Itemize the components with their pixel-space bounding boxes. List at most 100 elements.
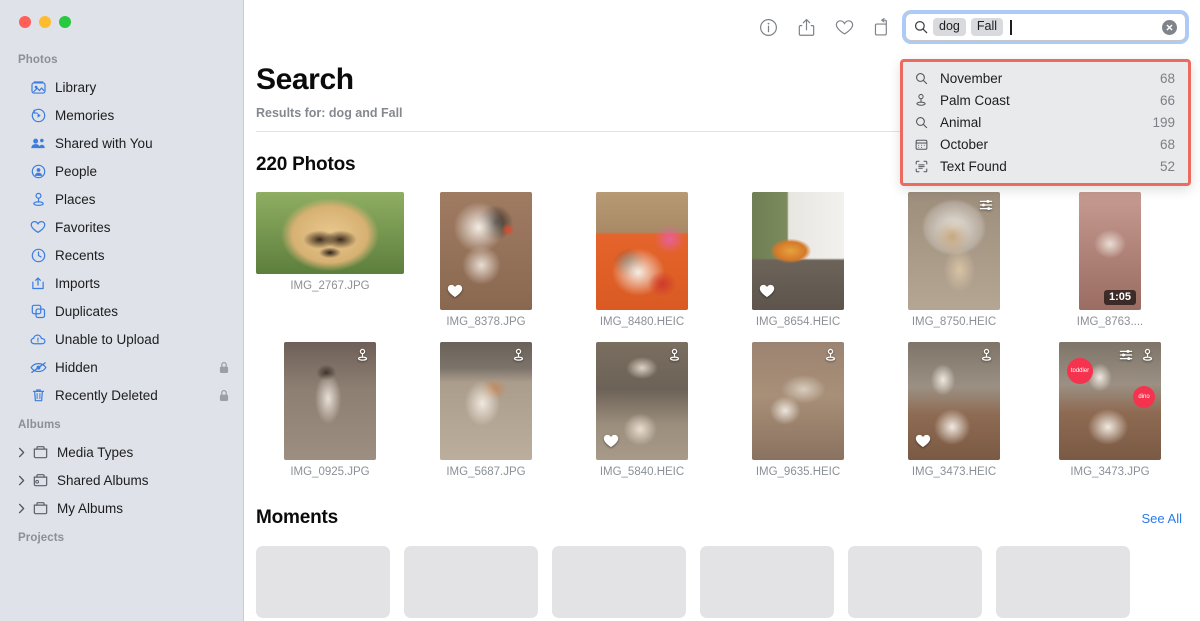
sidebar-item-shared-albums[interactable]: Shared Albums [0,466,243,494]
photo-thumbnail[interactable] [752,342,844,460]
suggestion-animal[interactable]: Animal 199 [903,111,1188,133]
sidebar-item-shared-with-you[interactable]: Shared with You [0,129,243,157]
photo-thumbnail[interactable] [596,342,688,460]
sidebar-item-memories[interactable]: Memories [0,101,243,129]
chevron-right-icon[interactable] [14,447,28,458]
photo-thumbnail[interactable] [908,192,1000,310]
sidebar-item-imports[interactable]: Imports [0,269,243,297]
moment-thumbnail[interactable] [404,546,538,618]
sidebar-item-favorites[interactable]: Favorites [0,213,243,241]
sidebar-item-label: Recently Deleted [55,388,158,403]
info-icon[interactable] [749,12,787,42]
sidebar-item-recently-deleted[interactable]: Recently Deleted [0,381,243,409]
moment-thumbnail[interactable] [700,546,834,618]
sidebar-item-label: Recents [55,248,105,263]
search-token-dog[interactable]: dog [933,18,966,36]
video-duration-badge: 1:05 [1104,290,1136,305]
moment-thumbnail[interactable] [256,546,390,618]
close-window-button[interactable] [19,16,31,28]
photo-cell[interactable]: IMG_8654.HEIC [720,192,876,328]
suggestion-october[interactable]: October 68 [903,133,1188,155]
photo-filename: IMG_5840.HEIC [600,466,684,478]
sidebar-item-duplicates[interactable]: Duplicates [0,297,243,325]
lock-icon [219,389,229,402]
live-photo-badge-icon [1141,348,1154,367]
suggestion-palm-coast[interactable]: Palm Coast 66 [903,89,1188,111]
share-icon[interactable] [787,12,825,42]
photo-cell[interactable]: IMG_8480.HEIC [564,192,720,328]
photo-cell[interactable]: toddler dino IMG_3473.JPG [1032,342,1188,478]
photo-thumbnail[interactable] [752,192,844,310]
duplicates-icon [28,302,48,320]
zoom-window-button[interactable] [59,16,71,28]
sidebar-section-albums-header: Albums [0,409,243,438]
moment-thumbnail[interactable] [552,546,686,618]
photo-cell[interactable]: IMG_5687.JPG [408,342,564,478]
photo-cell[interactable]: IMG_9635.HEIC [720,342,876,478]
sidebar-item-label: Shared Albums [57,473,149,488]
sidebar-item-places[interactable]: Places [0,185,243,213]
photo-thumbnail[interactable]: 1:05 [1079,192,1141,310]
photo-cell[interactable]: IMG_8378.JPG [408,192,564,328]
photo-cell[interactable]: IMG_2767.JPG [252,192,408,328]
text-caret [1010,20,1012,35]
photo-grid-row-1: IMG_2767.JPG IMG_8378.JPG [244,176,1200,328]
photo-thumbnail[interactable] [256,192,404,274]
search-icon [914,20,928,34]
suggestion-november[interactable]: November 68 [903,67,1188,89]
sidebar-item-label: My Albums [57,501,123,516]
sidebar-item-media-types[interactable]: Media Types [0,438,243,466]
suggestion-count: 199 [1152,115,1175,130]
photo-thumbnail[interactable] [284,342,376,460]
see-all-link[interactable]: See All [1142,511,1182,526]
adjusted-badge-icon [979,198,993,217]
clear-search-button[interactable] [1162,20,1177,35]
moments-title: Moments [256,507,338,529]
favorite-badge-icon [603,434,619,453]
rotate-icon[interactable] [863,12,901,42]
photo-cell[interactable]: IMG_0925.JPG [252,342,408,478]
minimize-window-button[interactable] [39,16,51,28]
photo-filename: IMG_2767.JPG [290,280,369,292]
chevron-right-icon[interactable] [14,503,28,514]
photo-thumbnail[interactable] [440,192,532,310]
favorite-badge-icon [759,284,775,303]
live-photo-badge-icon [356,348,369,367]
moment-thumbnail[interactable] [848,546,982,618]
search-field[interactable]: dog Fall [905,13,1186,41]
search-token-fall[interactable]: Fall [971,18,1003,36]
moment-thumbnail[interactable] [996,546,1130,618]
live-photo-badge-icon [512,348,525,367]
sidebar-item-my-albums[interactable]: My Albums [0,494,243,522]
photo-cell[interactable]: IMG_3473.HEIC [876,342,1032,478]
photo-thumbnail[interactable] [908,342,1000,460]
photos-app-window: Photos Library Memories Shared with You … [0,0,1200,621]
sidebar-item-library[interactable]: Library [0,73,243,101]
main-area: dog Fall November 68 Palm Coast 66 [244,0,1200,621]
places-pin-icon [28,190,48,208]
suggestion-count: 68 [1160,71,1175,86]
photo-thumbnail[interactable]: toddler dino [1059,342,1161,460]
photo-thumbnail[interactable] [596,192,688,310]
live-photo-badge-icon [824,348,837,367]
photo-cell[interactable]: 1:05 IMG_8763.... [1032,192,1188,328]
trash-icon [28,386,48,404]
sidebar-item-unable-to-upload[interactable]: Unable to Upload [0,325,243,353]
suggestion-text-found[interactable]: Text Found 52 [903,155,1188,177]
sidebar-item-label: Hidden [55,360,98,375]
sidebar-item-recents[interactable]: Recents [0,241,243,269]
folder-icon [30,443,50,461]
sidebar: Photos Library Memories Shared with You … [0,0,244,621]
favorite-icon[interactable] [825,12,863,42]
sidebar-item-people[interactable]: People [0,157,243,185]
photo-cell[interactable]: IMG_8750.HEIC [876,192,1032,328]
clock-icon [28,246,48,264]
photo-cell[interactable]: IMG_5840.HEIC [564,342,720,478]
chevron-right-icon[interactable] [14,475,28,486]
sidebar-item-label: Media Types [57,445,133,460]
suggestion-label: November [940,71,1002,86]
sidebar-item-label: Unable to Upload [55,332,159,347]
dino-detection-bubble: dino [1133,386,1155,408]
sidebar-item-hidden[interactable]: Hidden [0,353,243,381]
photo-thumbnail[interactable] [440,342,532,460]
